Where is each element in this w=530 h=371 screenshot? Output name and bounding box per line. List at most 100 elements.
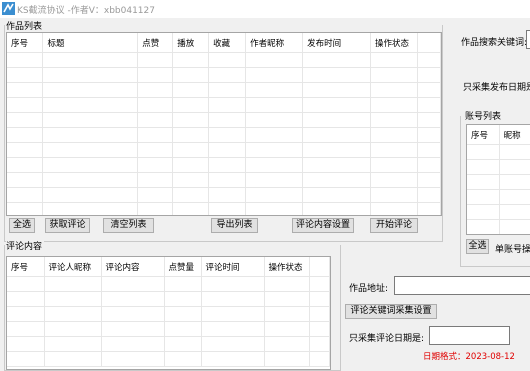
table-row[interactable] [7,142,441,158]
table-row[interactable] [467,174,530,190]
table-cell [164,276,202,292]
search-keyword-label: 作品搜索关键词: [461,38,528,48]
table-cell [208,142,247,158]
table-cell [417,82,441,98]
table-cell [208,97,247,113]
table-cell [137,157,174,173]
table-cell [245,82,304,98]
work-url-label: 作品地址: [349,284,389,294]
work-url-input[interactable] [394,276,530,295]
works-table-header: 序号 标题 点赞 播放 收藏 作者昵称 发布时间 操作状态 [7,33,441,53]
table-cell [245,67,304,83]
column-header[interactable]: 序号 [7,33,44,53]
comment-settings-button[interactable]: 评论内容设置 [292,218,354,233]
table-row[interactable] [467,189,530,205]
table-cell [245,97,304,113]
table-row[interactable] [7,321,330,337]
table-cell [417,202,441,215]
works-table[interactable]: 序号 标题 点赞 播放 收藏 作者昵称 发布时间 操作状态 [6,32,442,216]
table-row[interactable] [7,336,330,352]
table-row[interactable] [7,157,441,173]
table-cell [417,127,441,143]
table-cell [201,321,265,337]
table-row[interactable] [467,204,530,220]
comments-table[interactable]: 序号 评论人昵称 评论内容 点赞量 评论时间 操作状态 [6,256,331,370]
comment-date-input[interactable] [429,326,510,345]
table-cell [137,202,174,215]
start-comment-button[interactable]: 开始评论 [370,218,418,233]
table-cell [172,142,210,158]
column-header[interactable]: 操作状态 [370,33,418,53]
column-header[interactable]: 收藏 [208,33,247,53]
table-cell [201,336,265,352]
table-cell [172,97,210,113]
column-header[interactable]: 昵称 [499,125,530,145]
table-row[interactable] [7,127,441,143]
table-row[interactable] [7,67,441,83]
table-cell [7,276,45,292]
table-cell [264,291,310,307]
table-cell [7,291,45,307]
table-row[interactable] [7,351,330,367]
accounts-select-all-button[interactable]: 全选 [466,239,489,254]
column-header[interactable]: 评论人昵称 [44,257,102,277]
table-cell [164,321,202,337]
table-cell [137,187,174,203]
table-row[interactable] [7,52,441,68]
accounts-table[interactable]: 序号 昵称 [466,124,530,235]
table-cell [172,172,210,188]
table-cell [7,142,44,158]
column-header[interactable]: 评论时间 [201,257,265,277]
table-row[interactable] [7,276,330,292]
table-cell [208,67,247,83]
table-cell [42,82,139,98]
table-row[interactable] [7,202,441,215]
column-header[interactable]: 操作状态 [264,257,310,277]
table-row[interactable] [7,112,441,128]
search-keyword-input[interactable] [526,30,530,49]
column-header[interactable]: 点赞 [137,33,174,53]
table-cell [101,291,165,307]
export-list-button[interactable]: 导出列表 [211,218,258,233]
table-row[interactable] [7,172,441,188]
table-cell [172,157,210,173]
column-header[interactable]: 作者昵称 [245,33,304,53]
table-cell [42,97,139,113]
table-cell [467,189,500,205]
table-cell [201,351,265,367]
column-header[interactable]: 点赞量 [164,257,202,277]
fetch-comments-button[interactable]: 获取评论 [45,218,90,233]
table-cell [467,219,500,234]
table-cell [164,336,202,352]
clear-list-button[interactable]: 清空列表 [103,218,154,233]
table-row[interactable] [7,291,330,307]
date-format-hint: 日期格式：2023-08-12 [423,352,515,362]
table-cell [7,321,45,337]
table-cell [264,351,310,367]
table-cell [467,174,500,190]
column-header[interactable]: 播放 [172,33,210,53]
column-header[interactable]: 序号 [467,125,500,145]
column-header[interactable]: 标题 [42,33,139,53]
table-cell [208,187,247,203]
table-cell [309,276,330,292]
table-cell [499,159,530,175]
keyword-settings-button[interactable]: 评论关键词采集设置 [345,304,437,319]
table-cell [370,67,418,83]
table-row[interactable] [7,306,330,322]
table-row[interactable] [467,159,530,175]
table-row[interactable] [7,82,441,98]
table-row[interactable] [467,219,530,234]
table-row[interactable] [7,187,441,203]
table-row[interactable] [7,97,441,113]
table-cell [417,142,441,158]
table-cell [208,127,247,143]
table-row[interactable] [467,144,530,160]
select-all-button[interactable]: 全选 [9,218,35,233]
column-header[interactable]: 发布时间 [302,33,371,53]
column-header[interactable]: 评论内容 [101,257,165,277]
column-header[interactable]: 序号 [7,257,45,277]
table-cell [7,82,44,98]
table-cell [137,112,174,128]
table-cell [172,67,210,83]
